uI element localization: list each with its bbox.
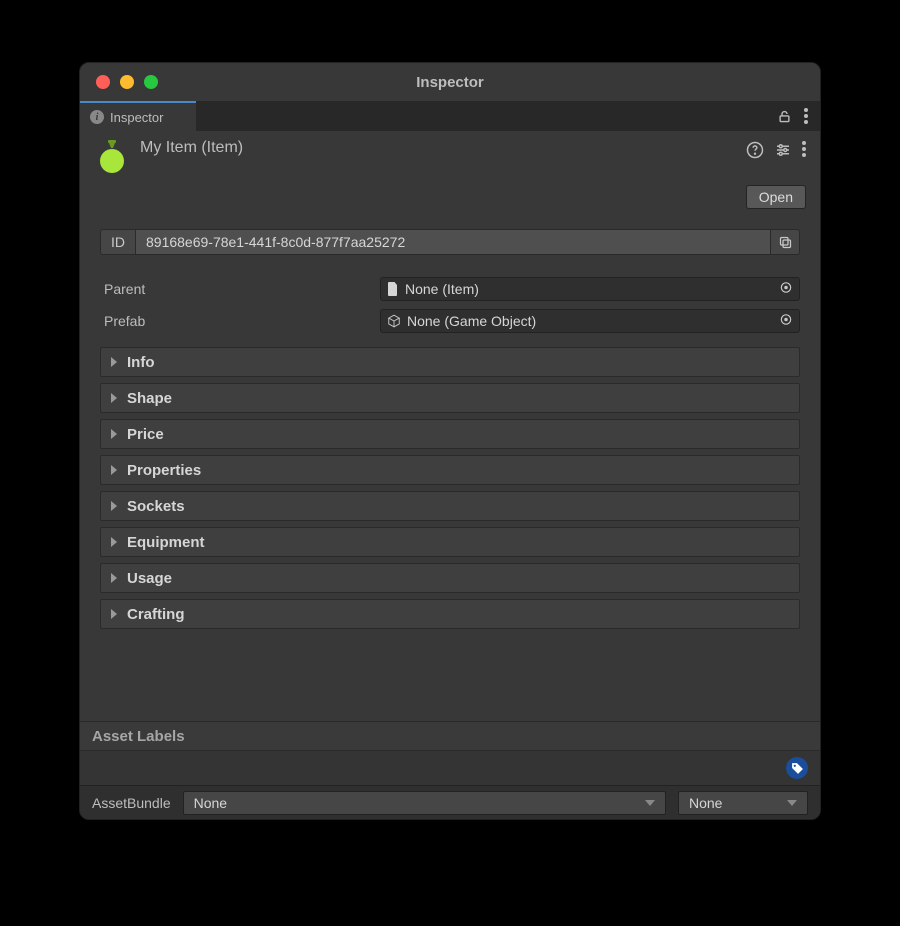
- maximize-icon[interactable]: [144, 75, 158, 89]
- chevron-right-icon: [111, 357, 117, 367]
- chevron-right-icon: [111, 465, 117, 475]
- file-icon: [387, 282, 399, 296]
- help-icon[interactable]: [746, 141, 764, 164]
- copy-button[interactable]: [770, 229, 800, 255]
- open-button[interactable]: Open: [746, 185, 806, 209]
- object-picker-icon[interactable]: [779, 281, 793, 298]
- parent-value: None (Item): [405, 281, 479, 297]
- foldout-shape[interactable]: Shape: [100, 383, 800, 413]
- kebab-icon[interactable]: [804, 108, 808, 124]
- dropdown-value: None: [194, 795, 227, 811]
- id-row: ID 89168e69-78e1-441f-8c0d-877f7aa25272: [100, 229, 800, 255]
- foldout-label: Usage: [127, 570, 172, 587]
- prefab-value: None (Game Object): [407, 313, 536, 329]
- chevron-right-icon: [111, 609, 117, 619]
- info-icon: i: [90, 110, 104, 124]
- foldout-equipment[interactable]: Equipment: [100, 527, 800, 557]
- fields-section: ID 89168e69-78e1-441f-8c0d-877f7aa25272 …: [80, 215, 820, 337]
- prefab-row: Prefab None (Game Object): [100, 309, 800, 333]
- tab-label: Inspector: [110, 110, 163, 125]
- presets-icon[interactable]: [774, 141, 792, 164]
- foldout-label: Price: [127, 426, 164, 443]
- foldout-label: Properties: [127, 462, 201, 479]
- parent-label: Parent: [100, 281, 380, 297]
- lock-open-icon[interactable]: [777, 109, 792, 124]
- prefab-label: Prefab: [100, 313, 380, 329]
- foldout-list: Info Shape Price Properties Sockets Equi…: [80, 337, 820, 649]
- cube-icon: [387, 314, 401, 328]
- chevron-right-icon: [111, 537, 117, 547]
- asset-name: My Item (Item): [140, 139, 736, 157]
- chevron-right-icon: [111, 501, 117, 511]
- context-menu-icon[interactable]: [802, 141, 806, 164]
- chevron-right-icon: [111, 573, 117, 583]
- footer: Asset Labels AssetBundle None None: [80, 721, 820, 819]
- parent-field[interactable]: None (Item): [380, 277, 800, 301]
- asset-labels-header[interactable]: Asset Labels: [80, 721, 820, 751]
- close-icon[interactable]: [96, 75, 110, 89]
- foldout-label: Info: [127, 354, 155, 371]
- inspector-window: Inspector i Inspector My Item (Item): [79, 62, 821, 820]
- foldout-price[interactable]: Price: [100, 419, 800, 449]
- foldout-label: Equipment: [127, 534, 205, 551]
- object-picker-icon[interactable]: [779, 313, 793, 330]
- window-title: Inspector: [80, 74, 820, 91]
- asset-bundle-bar: AssetBundle None None: [80, 785, 820, 819]
- dropdown-value: None: [689, 795, 722, 811]
- chevron-down-icon: [645, 800, 655, 806]
- asset-bundle-variant-dropdown[interactable]: None: [678, 791, 808, 815]
- foldout-label: Crafting: [127, 606, 185, 623]
- tab-bar: i Inspector: [80, 101, 820, 131]
- asset-labels-body: [80, 751, 820, 785]
- tab-inspector[interactable]: i Inspector: [80, 101, 196, 131]
- minimize-icon[interactable]: [120, 75, 134, 89]
- prefab-field[interactable]: None (Game Object): [380, 309, 800, 333]
- chevron-right-icon: [111, 429, 117, 439]
- id-field[interactable]: 89168e69-78e1-441f-8c0d-877f7aa25272: [135, 229, 770, 255]
- foldout-info[interactable]: Info: [100, 347, 800, 377]
- foldout-sockets[interactable]: Sockets: [100, 491, 800, 521]
- chevron-right-icon: [111, 393, 117, 403]
- titlebar[interactable]: Inspector: [80, 63, 820, 101]
- asset-bundle-label: AssetBundle: [92, 795, 171, 811]
- id-label: ID: [100, 229, 135, 255]
- asset-preview-icon[interactable]: [94, 139, 130, 175]
- traffic-lights: [96, 75, 158, 89]
- asset-bundle-dropdown[interactable]: None: [183, 791, 666, 815]
- foldout-label: Shape: [127, 390, 172, 407]
- foldout-usage[interactable]: Usage: [100, 563, 800, 593]
- foldout-label: Sockets: [127, 498, 185, 515]
- parent-row: Parent None (Item): [100, 277, 800, 301]
- foldout-crafting[interactable]: Crafting: [100, 599, 800, 629]
- chevron-down-icon: [787, 800, 797, 806]
- tag-icon[interactable]: [786, 757, 808, 779]
- foldout-properties[interactable]: Properties: [100, 455, 800, 485]
- asset-header: My Item (Item): [80, 131, 820, 185]
